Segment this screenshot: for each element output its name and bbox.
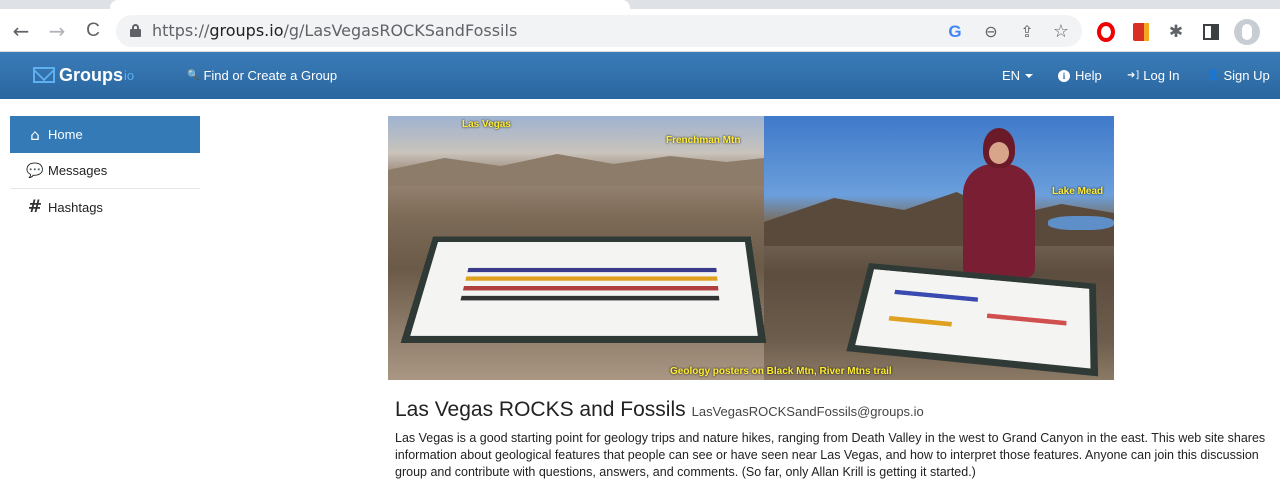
- caption-las-vegas: Las Vegas: [462, 119, 511, 130]
- sidebar-item-hashtags[interactable]: # Hashtags: [10, 189, 200, 225]
- bookmark-star-icon[interactable]: ☆: [1051, 22, 1071, 42]
- url-text[interactable]: https://groups.io/g/LasVegasROCKSandFoss…: [152, 21, 517, 40]
- caret-down-icon: [1025, 74, 1033, 78]
- group-email: LasVegasROCKSandFossils@groups.io: [692, 404, 924, 419]
- address-bar[interactable]: https://groups.io/g/LasVegasROCKSandFoss…: [116, 15, 1082, 47]
- group-banner-image: Las Vegas Frenchman Mtn Lake Mead Geolog…: [388, 116, 1114, 380]
- google-icon[interactable]: G: [945, 22, 965, 42]
- side-panel-icon[interactable]: [1203, 24, 1219, 40]
- caption-frenchman: Frenchman Mtn: [666, 135, 740, 146]
- sign-in-icon: ➜]: [1127, 70, 1139, 81]
- search-icon: 🔍: [187, 70, 199, 81]
- sidebar-item-home[interactable]: ⌂ Home: [10, 116, 200, 153]
- group-heading: Las Vegas ROCKS and Fossils LasVegasROCK…: [395, 398, 924, 422]
- help-link[interactable]: i Help: [1058, 68, 1102, 83]
- signup-link[interactable]: 👤 Sign Up: [1207, 68, 1270, 83]
- comments-icon: 💬: [26, 163, 44, 179]
- share-icon[interactable]: ⇪: [1017, 22, 1037, 42]
- user-icon: 👤: [1207, 70, 1219, 81]
- group-sidebar: ⌂ Home 💬 Messages # Hashtags: [10, 116, 200, 225]
- profile-avatar[interactable]: [1234, 19, 1260, 45]
- caption-bottom: Geology posters on Black Mtn, River Mtns…: [670, 366, 892, 377]
- lock-icon[interactable]: [130, 24, 141, 37]
- info-icon: i: [1058, 70, 1070, 82]
- home-icon: ⌂: [26, 126, 44, 144]
- group-title: Las Vegas ROCKS and Fossils: [395, 398, 686, 422]
- site-navbar: Groups io 🔍 Find or Create a Group EN i H…: [0, 52, 1280, 99]
- group-description: Las Vegas is a good starting point for g…: [395, 430, 1275, 481]
- extensions-puzzle-icon[interactable]: ✱: [1166, 22, 1186, 42]
- sidebar-item-label: Hashtags: [48, 200, 103, 215]
- lake-shape: [1048, 216, 1114, 230]
- forward-icon[interactable]: →: [46, 20, 68, 42]
- groups-io-logo[interactable]: Groups io: [33, 63, 134, 87]
- caption-lake-mead: Lake Mead: [1052, 186, 1103, 197]
- sidebar-item-messages[interactable]: 💬 Messages: [10, 153, 200, 189]
- geology-sign-left: [401, 237, 767, 343]
- back-icon[interactable]: ←: [10, 20, 32, 42]
- active-tab[interactable]: [110, 0, 630, 9]
- envelope-icon: [33, 67, 55, 83]
- browser-toolbar: ← → C https://groups.io/g/LasVegasROCKSa…: [0, 0, 1280, 52]
- sidebar-item-label: Messages: [48, 163, 107, 178]
- find-group-link[interactable]: 🔍 Find or Create a Group: [187, 68, 337, 83]
- zoom-icon[interactable]: ⊖: [981, 22, 1001, 42]
- hashtag-icon: #: [26, 197, 44, 217]
- opera-extension-icon[interactable]: [1097, 22, 1115, 42]
- sidebar-item-label: Home: [48, 127, 83, 142]
- hiker-figure: [963, 128, 1033, 278]
- language-dropdown[interactable]: EN: [1002, 68, 1033, 83]
- bookmark-extension-icon[interactable]: [1133, 23, 1149, 41]
- login-link[interactable]: ➜] Log In: [1127, 68, 1179, 83]
- tab-strip: [0, 0, 1280, 9]
- reload-icon[interactable]: C: [82, 20, 104, 42]
